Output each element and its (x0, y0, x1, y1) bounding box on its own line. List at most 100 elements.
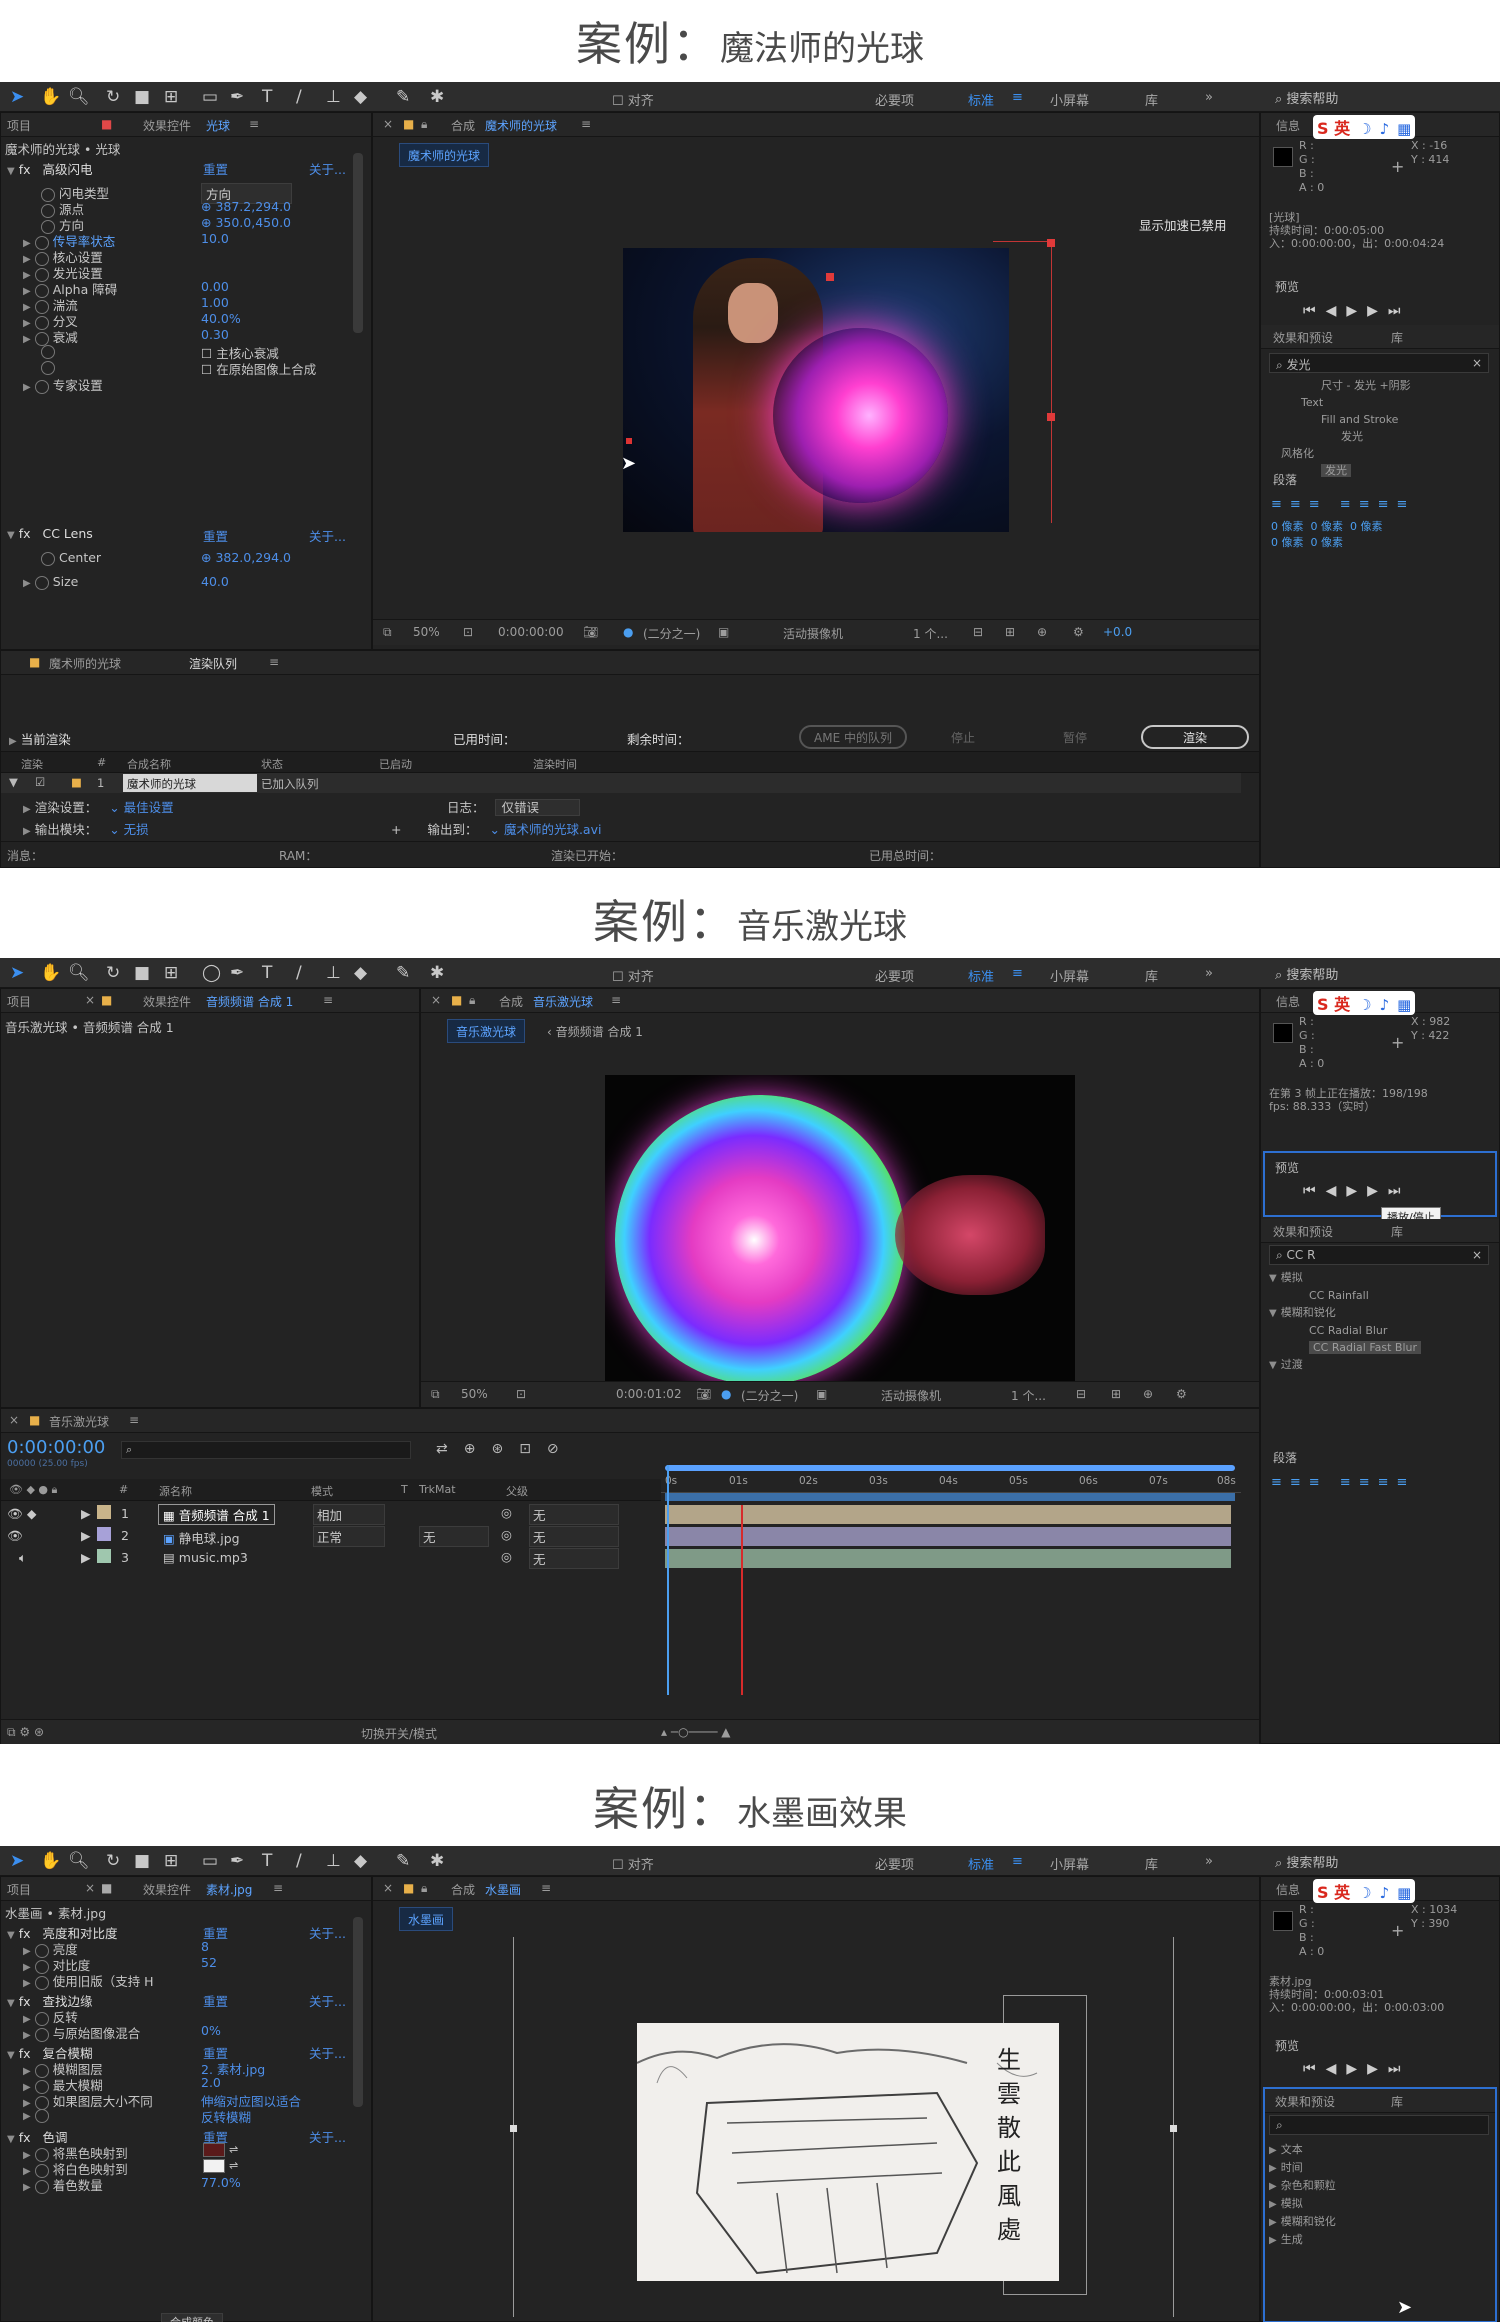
tree-item-selected[interactable]: CC Radial Fast Blur (1309, 1341, 1422, 1354)
more-workspaces[interactable]: » (1205, 1854, 1213, 1869)
layer-bar-3[interactable] (665, 1549, 1231, 1568)
prop-value[interactable]: 2.0 (201, 2075, 221, 2090)
eraser-tool-icon[interactable]: ◆ (354, 963, 367, 983)
add-output-icon[interactable]: + (391, 822, 401, 837)
fx-header[interactable]: ▼ fx 色调 重置 关于... (7, 2127, 346, 2145)
preview-controls[interactable]: ⏮◀▶▶⏭ (1303, 1183, 1411, 1199)
ime-lang[interactable]: 英 (1334, 1883, 1350, 1902)
color-swatch[interactable] (203, 2159, 225, 2173)
tab-effect-layer[interactable]: 光球 (206, 117, 230, 134)
prop-value[interactable]: 52 (201, 1955, 217, 1970)
tab-effect-controls[interactable]: 效果控件 (143, 117, 191, 134)
fx-prop-row[interactable]: ▶ 反转 (23, 2007, 78, 2026)
pan-behind-tool-icon[interactable]: ⊞ (164, 1851, 178, 1871)
col-render-time[interactable]: 渲染时间 (533, 756, 577, 772)
prop-value[interactable]: 反转模糊 (201, 2107, 251, 2126)
toggle-switches-modes[interactable]: 切换开关/模式 (361, 1725, 437, 1742)
col-render[interactable]: 渲染 (21, 756, 43, 772)
roi-icon[interactable]: ▣ (718, 625, 729, 639)
work-area-bar[interactable] (665, 1465, 1235, 1471)
selection-tool-icon[interactable]: ➤ (10, 87, 24, 107)
fx-prop-row[interactable]: ▶ 如果图层大小不同 伸缩对应图以适合 (23, 2091, 301, 2110)
tree-item[interactable]: ▼ 模拟 (1269, 1269, 1421, 1287)
layers-icon[interactable]: ⊞ (1005, 625, 1015, 639)
effects-search-input[interactable]: ⌕ (1269, 2115, 1489, 2135)
sogou-ime-bar[interactable]: S 英 ☽ ♪ ▦ (1313, 991, 1416, 1015)
align-checkbox[interactable]: ☐ 对齐 (612, 966, 654, 985)
tab-info[interactable]: 信息 (1276, 993, 1300, 1010)
panel-menu-icon[interactable]: ≡ (581, 117, 591, 131)
magnify-icon[interactable]: ⧉ (431, 1387, 440, 1402)
snapshot-icon[interactable]: 📷︎ (696, 1387, 711, 1401)
layer-name[interactable]: 静电球.jpg (179, 1531, 240, 1546)
col-mode[interactable]: 模式 (311, 1483, 333, 1499)
camera-tool-icon[interactable]: ■ (134, 87, 150, 107)
about-link[interactable]: 关于... (309, 1991, 346, 2010)
bounds-handle[interactable] (1170, 2125, 1177, 2132)
fx-prop-row[interactable]: ▶ 反转模糊 (23, 2107, 251, 2125)
layer-name[interactable]: music.mp3 (179, 1550, 248, 1565)
col-t[interactable]: T (401, 1483, 408, 1496)
col-comp-name[interactable]: 合成名称 (127, 756, 171, 772)
effects-search-input[interactable]: ⌕ 发光 × (1269, 353, 1489, 373)
fx-header[interactable]: ▼ fx 复合模糊 重置 关于... (7, 2043, 346, 2061)
direction-point-marker[interactable] (1047, 239, 1055, 247)
prop-value[interactable]: 0% (201, 2023, 221, 2038)
workspace-required[interactable]: 必要项 (875, 1854, 914, 1873)
category-item[interactable]: ▶ 时间 (1269, 2159, 1336, 2177)
tab-composition[interactable]: 合成 (451, 117, 475, 134)
playhead[interactable] (667, 1465, 669, 1695)
fx-prop-row[interactable]: ▶ 传导率状态 10.0 (23, 231, 229, 250)
category-item[interactable]: ▶ 生成 (1269, 2231, 1336, 2249)
tree-item[interactable]: CC Radial Blur (1269, 1322, 1421, 1339)
close-icon[interactable]: × (383, 117, 393, 131)
moon-icon[interactable]: ☽ (1358, 120, 1371, 138)
panel-menu-icon[interactable]: ≡ (129, 1413, 139, 1427)
align-checkbox[interactable]: ☐ 对齐 (612, 1854, 654, 1873)
close-icon[interactable]: × (85, 1881, 95, 1895)
color-swatch[interactable] (203, 2143, 225, 2157)
prop-center[interactable]: Center ⊕ 382.0,294.0 (41, 550, 291, 572)
tab-info[interactable]: 信息 (1276, 1881, 1300, 1898)
fx-prop-row[interactable]: ▶ 核心设置 (23, 247, 103, 266)
tab-composition[interactable]: 合成 (499, 993, 523, 1010)
moon-icon[interactable]: ☽ (1358, 996, 1371, 1014)
more-workspaces[interactable]: » (1205, 90, 1213, 105)
tree-item[interactable]: 尺寸 - 发光 +阴影 (1281, 377, 1411, 394)
workspace-small[interactable]: 小屏幕 (1050, 90, 1089, 109)
rotate-tool-icon[interactable]: ↻ (106, 87, 120, 107)
panel-menu-icon[interactable]: ≡ (249, 117, 259, 131)
eyedropper-icon[interactable]: ⇌ (229, 2143, 238, 2156)
fx-prop-row[interactable]: ▶ 模糊图层 2. 素材.jpg (23, 2059, 265, 2078)
views-dropdown[interactable]: 1 个... (913, 625, 948, 642)
toggle-icons[interactable]: ⧉ ⚙ ⊛ (7, 1725, 44, 1740)
output-to-value[interactable]: 魔术师的光球.avi (504, 822, 602, 837)
col-trkmat[interactable]: TrkMat (419, 1483, 456, 1496)
preview-controls[interactable]: ⏮◀▶▶⏭ (1303, 303, 1411, 319)
camera-dropdown[interactable]: 活动摄像机 (783, 625, 843, 642)
camera-tool-icon[interactable]: ■ (134, 963, 150, 983)
col-source-name[interactable]: 源名称 (159, 1483, 192, 1499)
fx-prop-row[interactable]: ☐ 主核心衰减 (41, 343, 279, 361)
hand-tool-icon[interactable]: ✋ (40, 1851, 61, 1871)
sogou-ime-bar[interactable]: S 英 ☽ ♪ ▦ (1313, 1879, 1416, 1903)
current-timecode[interactable]: 0:00:00:00 (7, 1437, 105, 1458)
pan-behind-tool-icon[interactable]: ⊞ (164, 963, 178, 983)
search-help-box[interactable]: ⌕ 搜索帮助 (1275, 88, 1495, 107)
roto-brush-tool-icon[interactable]: ✎ (396, 1851, 410, 1871)
fx-prop-row[interactable]: ▶ 最大模糊 2.0 (23, 2075, 221, 2094)
brush-tool-icon[interactable]: / (296, 87, 302, 107)
magnify-icon[interactable]: ⧉ (383, 625, 392, 640)
pan-behind-tool-icon[interactable]: ⊞ (164, 87, 178, 107)
category-item[interactable]: ▶ 模拟 (1269, 2195, 1336, 2213)
para-space-before[interactable]: 0 像素 (1271, 536, 1304, 549)
eyedropper-icon[interactable]: ⇌ (229, 2159, 238, 2172)
prop-value[interactable]: 350.0,450.0 (215, 215, 291, 230)
fx-prop-row[interactable]: ▶ 与原始图像混合 0% (23, 2023, 221, 2042)
selection-tool-icon[interactable]: ➤ (10, 1851, 24, 1871)
render-button[interactable]: 渲染 (1141, 725, 1249, 749)
close-icon[interactable]: × (383, 1881, 393, 1895)
mic-icon[interactable]: ♪ (1380, 996, 1390, 1014)
layer-mode[interactable]: 相加 (313, 1504, 385, 1525)
mic-icon[interactable]: ♪ (1380, 1884, 1390, 1902)
